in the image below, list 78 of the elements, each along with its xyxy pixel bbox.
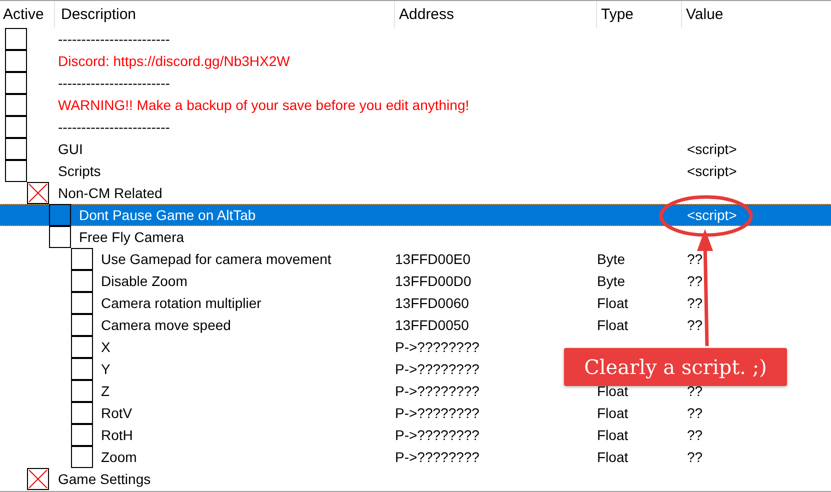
type-cell: Float xyxy=(597,427,628,443)
type-cell: Float xyxy=(597,449,628,465)
value-cell: ?? xyxy=(687,251,703,267)
value-cell: <script> xyxy=(687,207,737,223)
checkbox[interactable] xyxy=(5,116,27,138)
checkbox[interactable] xyxy=(71,424,93,446)
address-cell: P->???????? xyxy=(395,405,480,421)
description-cell: Non-CM Related xyxy=(58,185,162,201)
description-cell: RotH xyxy=(101,427,133,443)
address-cell: 13FFD0060 xyxy=(395,295,469,311)
checkbox[interactable] xyxy=(71,446,93,468)
value-cell: ?? xyxy=(687,449,703,465)
address-cell: P->???????? xyxy=(395,361,480,377)
value-cell: ?? xyxy=(687,383,703,399)
checkbox[interactable] xyxy=(49,226,71,248)
checkbox[interactable] xyxy=(71,292,93,314)
description-cell: Use Gamepad for camera movement xyxy=(101,251,332,267)
checkbox[interactable] xyxy=(71,358,93,380)
group-toggle-icon[interactable] xyxy=(27,468,49,490)
checkbox[interactable] xyxy=(71,270,93,292)
description-cell: ------------------------ xyxy=(58,75,170,91)
address-cell: P->???????? xyxy=(395,427,480,443)
column-header[interactable]: Description xyxy=(61,6,136,23)
description-cell: X xyxy=(101,339,110,355)
value-cell: ?? xyxy=(687,427,703,443)
value-cell: <script> xyxy=(687,163,737,179)
checkbox[interactable] xyxy=(5,72,27,94)
description-cell: ------------------------ xyxy=(58,31,170,47)
value-cell: <script> xyxy=(687,141,737,157)
description-cell: Dont Pause Game on AltTab xyxy=(79,207,256,223)
checkbox[interactable] xyxy=(5,94,27,116)
type-cell: Float xyxy=(597,383,628,399)
checkbox[interactable] xyxy=(5,28,27,50)
description-cell: Z xyxy=(101,383,110,399)
description-cell: Y xyxy=(101,361,110,377)
address-cell: P->???????? xyxy=(395,383,480,399)
description-cell: Camera rotation multiplier xyxy=(101,295,262,311)
description-cell: Free Fly Camera xyxy=(79,229,184,245)
address-cell: 13FFD00D0 xyxy=(395,273,472,289)
description-cell: GUI xyxy=(58,141,83,157)
description-cell: RotV xyxy=(101,405,132,421)
value-cell: ?? xyxy=(687,273,703,289)
annotation-tooltip: Clearly a script. ;) xyxy=(564,348,787,386)
checkbox[interactable] xyxy=(71,380,93,402)
address-cell: 13FFD0050 xyxy=(395,317,469,333)
address-cell: P->???????? xyxy=(395,339,480,355)
value-cell: ?? xyxy=(687,295,703,311)
column-header[interactable]: Address xyxy=(399,6,454,23)
column-header[interactable]: Value xyxy=(686,6,724,23)
description-cell: Scripts xyxy=(58,163,101,179)
checkbox[interactable] xyxy=(49,204,71,226)
type-cell: Byte xyxy=(597,251,626,267)
group-toggle-icon[interactable] xyxy=(27,182,49,204)
checkbox[interactable] xyxy=(71,248,93,270)
description-cell: Game Settings xyxy=(58,471,151,487)
column-header[interactable]: Active xyxy=(3,6,44,23)
description-cell: ------------------------ xyxy=(58,119,170,135)
value-cell: ?? xyxy=(687,317,703,333)
description-cell: Camera move speed xyxy=(101,317,231,333)
value-cell: ?? xyxy=(687,405,703,421)
selected-row[interactable]: Dont Pause Game on AltTab <script> xyxy=(0,204,831,226)
type-cell: Float xyxy=(597,317,628,333)
type-cell: Float xyxy=(597,295,628,311)
checkbox[interactable] xyxy=(71,314,93,336)
checkbox[interactable] xyxy=(5,138,27,160)
description-cell: Disable Zoom xyxy=(101,273,188,289)
address-cell: P->???????? xyxy=(395,449,480,465)
type-cell: Float xyxy=(597,405,628,421)
checkbox[interactable] xyxy=(5,50,27,72)
type-cell: Byte xyxy=(597,273,626,289)
description-cell: WARNING!! Make a backup of your save before you edit anything! xyxy=(58,97,470,113)
description-cell: Discord: https://discord.gg/Nb3HX2W xyxy=(58,53,290,69)
description-cell: Zoom xyxy=(101,449,137,465)
checkbox[interactable] xyxy=(71,402,93,424)
column-header[interactable]: Type xyxy=(601,6,634,23)
checkbox[interactable] xyxy=(71,336,93,358)
address-cell: 13FFD00E0 xyxy=(395,251,470,267)
checkbox[interactable] xyxy=(5,160,27,182)
